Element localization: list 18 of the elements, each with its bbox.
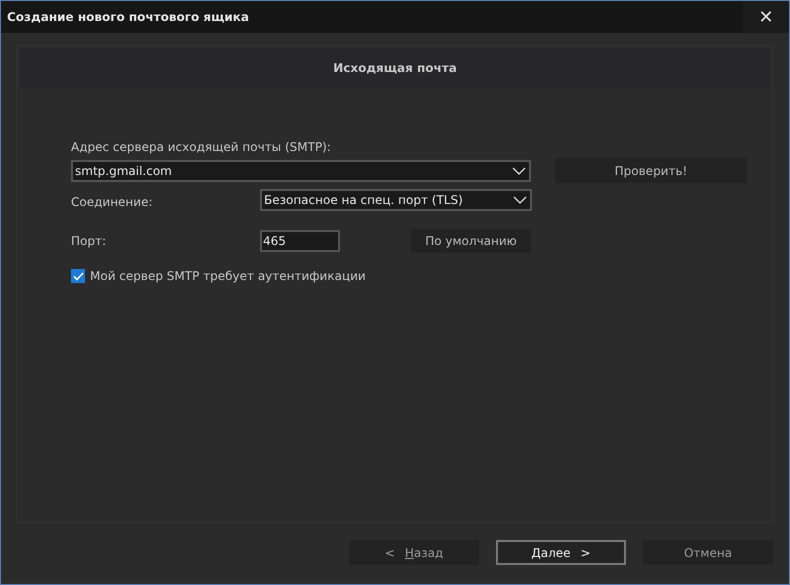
cancel-button[interactable]: Отмена [643,540,773,565]
server-combo[interactable]: smtp.gmail.com [71,160,531,182]
back-button[interactable]: < Назад [349,540,479,565]
connection-combo[interactable]: Безопасное на спец. порт (TLS) [260,189,532,211]
port-field[interactable]: 465 [260,230,340,252]
caret-icon [513,195,527,205]
check-button[interactable]: Проверить! [555,158,747,183]
default-button[interactable]: По умолчанию [411,229,531,253]
window-title: Создание нового почтового ящика [6,10,250,24]
auth-label: Мой сервер SMTP требует аутентификации [90,269,366,283]
caret-icon [512,166,526,176]
checkbox[interactable] [71,269,85,283]
close-button[interactable]: ✕ [743,1,789,33]
port-label: Порт: [71,234,108,248]
server-label: Адрес сервера исходящей почты (SMTP): [71,140,332,154]
next-button[interactable]: Далее > [496,540,626,565]
connection-label: Соединение: [71,194,154,209]
page-title: Исходящая почта [333,61,457,75]
